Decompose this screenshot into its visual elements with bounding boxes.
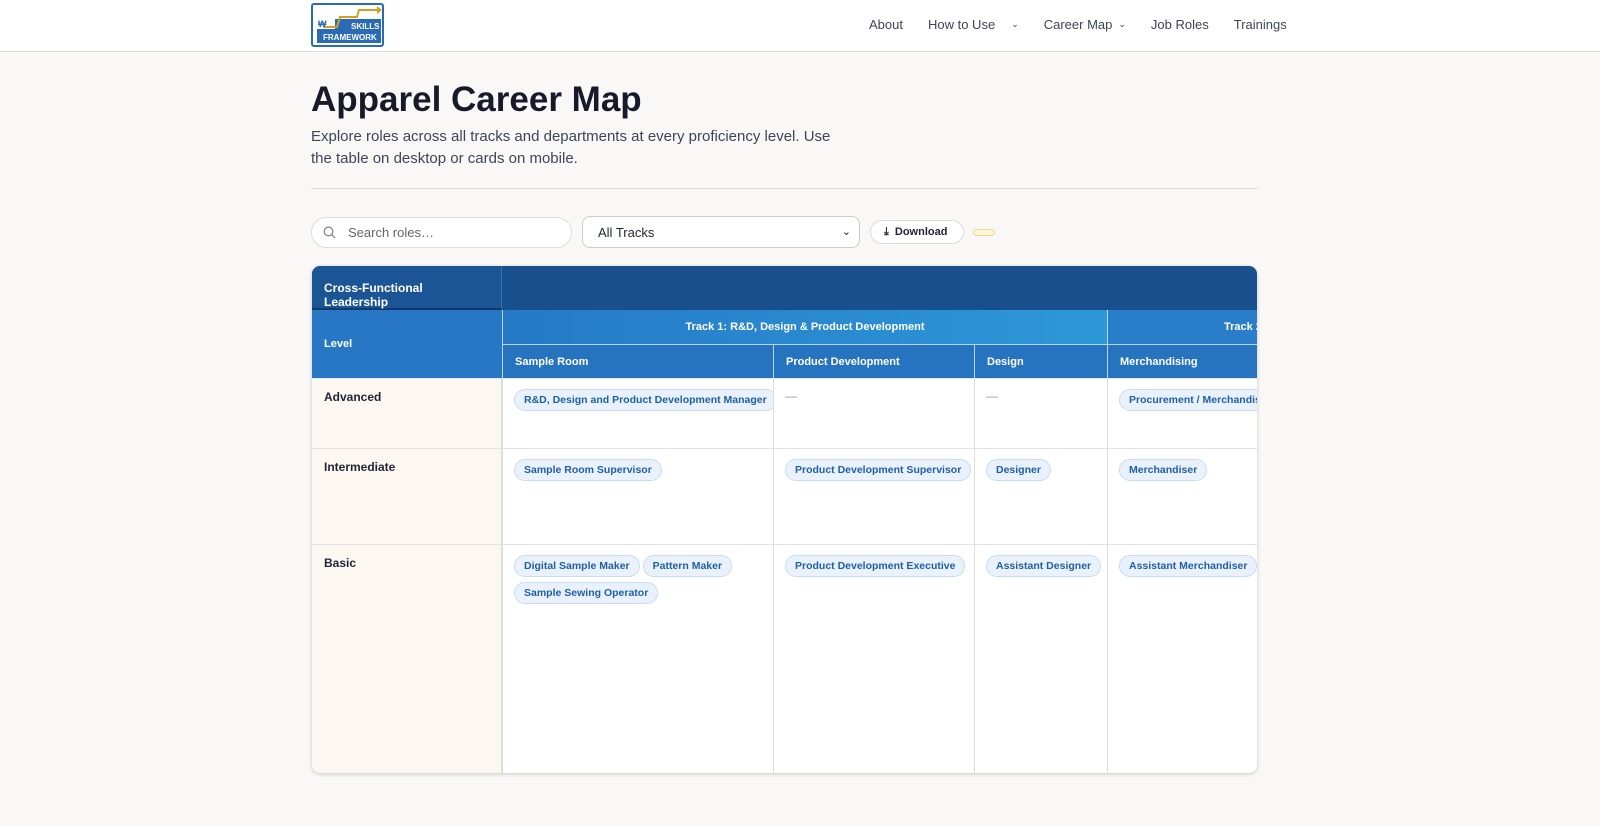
role-tag[interactable]: Digital Sample Maker xyxy=(514,555,640,577)
status-pill xyxy=(973,229,995,236)
dept-product-development: Product Development xyxy=(773,344,974,378)
dept-design: Design xyxy=(974,344,1107,378)
empty-mark: — xyxy=(986,389,998,403)
role-tag[interactable]: Merchandiser xyxy=(1119,459,1208,481)
table-cell: R&D, Design and Product Development Mana… xyxy=(502,378,773,448)
level-intermediate: Intermediate xyxy=(312,448,502,544)
cross-functional-leadership-header[interactable]: Cross-Functional Leadership xyxy=(312,266,502,310)
svg-text:FRAMEWORK: FRAMEWORK xyxy=(323,33,377,42)
nav-career-map-label: Career Map xyxy=(1043,17,1113,32)
table-cell: Merchandiser xyxy=(1107,448,1257,544)
nav-about[interactable]: About xyxy=(869,17,903,32)
level-advanced: Advanced xyxy=(312,378,502,448)
download-label: Download xyxy=(894,226,948,238)
divider xyxy=(311,188,1258,189)
role-tag[interactable]: Product Development Supervisor xyxy=(785,459,972,481)
role-tag[interactable]: Sample Room Supervisor xyxy=(514,459,662,481)
top-nav: ₩ SKILLS FRAMEWORK About How to Use ⌄ Car… xyxy=(0,0,1600,52)
search-icon xyxy=(323,226,336,239)
chevron-down-icon: ⌄ xyxy=(1011,19,1019,29)
download-button[interactable]: ⤓ Download xyxy=(870,220,964,244)
page-subtitle: Explore roles across all tracks and depa… xyxy=(311,128,831,167)
role-tag[interactable]: Sample Sewing Operator xyxy=(514,582,659,604)
table-cell: Product Development Supervisor xyxy=(773,448,974,544)
skills-framework-logo[interactable]: ₩ SKILLS FRAMEWORK xyxy=(311,3,384,47)
table-cell: Product Development Executive xyxy=(773,544,974,773)
table-cell: Assistant Merchandiser xyxy=(1107,544,1257,773)
nav-how-to-use[interactable]: How to Use ⌄ xyxy=(928,17,1019,32)
table-cell: Digital Sample Maker Pattern Maker Sample … xyxy=(502,544,773,773)
chevron-down-icon: ⌄ xyxy=(1118,19,1126,29)
dept-merchandising: Merchandising xyxy=(1107,344,1257,378)
career-map-table: Cross-Functional Leadership Level Track … xyxy=(312,266,1257,773)
download-icon: ⤓ xyxy=(884,226,889,238)
nav-job-roles[interactable]: Job Roles xyxy=(1151,17,1209,32)
role-tag[interactable]: Pattern Maker xyxy=(642,555,733,577)
nav-how-to-use-label: How to Use xyxy=(927,17,996,32)
search-placeholder: Search roles… xyxy=(348,225,434,240)
chevron-down-icon: ⌄ xyxy=(841,226,851,238)
search-input[interactable]: Search roles… xyxy=(311,217,572,248)
table-cell: — xyxy=(974,378,1107,448)
table-cell: Sample Room Supervisor xyxy=(502,448,773,544)
track-1-header: Track 1: R&D, Design & Product Developme… xyxy=(502,310,1107,344)
dept-sample-room: Sample Room xyxy=(502,344,773,378)
role-tag[interactable]: Designer xyxy=(986,459,1051,481)
role-tag[interactable]: Assistant Designer xyxy=(986,555,1102,577)
svg-text:SKILLS: SKILLS xyxy=(351,22,380,31)
svg-text:₩: ₩ xyxy=(318,19,327,29)
empty-mark: — xyxy=(785,389,797,403)
role-tag[interactable]: Product Development Executive xyxy=(785,555,966,577)
level-basic: Basic xyxy=(312,544,502,773)
track-select[interactable]: All Tracks ⌄ xyxy=(582,216,860,248)
table-cell: Procurement / Merchandising Manager xyxy=(1107,378,1257,448)
table-cell: Designer xyxy=(974,448,1107,544)
role-tag[interactable]: Procurement / Merchandising Manager xyxy=(1119,389,1257,411)
track-select-value: All Tracks xyxy=(598,225,655,240)
table-cell: — xyxy=(773,378,974,448)
level-header: Level xyxy=(312,310,502,378)
role-tag[interactable]: Assistant Merchandiser xyxy=(1119,555,1257,577)
page-title: Apparel Career Map xyxy=(311,80,642,119)
role-tag[interactable]: R&D, Design and Product Development Mana… xyxy=(514,389,773,411)
table-cell: Assistant Designer xyxy=(974,544,1107,773)
track-2-header: Track 2 xyxy=(1107,310,1257,344)
nav-career-map[interactable]: Career Map ⌄ xyxy=(1044,17,1126,32)
nav-trainings[interactable]: Trainings xyxy=(1234,17,1287,32)
